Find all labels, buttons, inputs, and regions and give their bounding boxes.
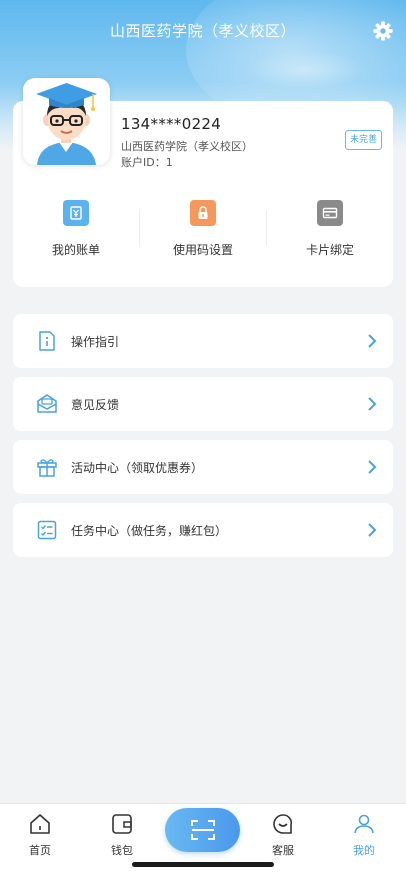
menu-item-task-center[interactable]: 任务中心（做任务，赚红包） (13, 503, 393, 557)
quick-action-label: 使用码设置 (172, 243, 233, 257)
tab-label: 首页 (29, 844, 51, 857)
customer-service-icon (273, 814, 293, 834)
menu-item-feedback[interactable]: 意见反馈 (13, 377, 393, 431)
card-icon (317, 200, 343, 226)
chevron-right-icon (368, 460, 377, 474)
quick-action-card-binding[interactable]: 卡片绑定 (267, 196, 393, 266)
chevron-right-icon (368, 397, 377, 411)
chevron-right-icon (368, 523, 377, 537)
avatar[interactable] (23, 78, 110, 165)
quick-action-usage-code[interactable]: 使用码设置 (140, 196, 266, 266)
menu-item-label: 操作指引 (71, 335, 120, 349)
home-icon (30, 814, 50, 834)
header-splash (246, 50, 366, 90)
phone-number: 134****0224 (121, 115, 222, 133)
menu-item-label: 意见反馈 (71, 398, 120, 412)
quick-action-bill[interactable]: 我的账单 (13, 196, 139, 266)
tab-label: 钱包 (111, 844, 133, 857)
home-indicator (132, 862, 274, 867)
menu-item-label: 活动中心（领取优惠券） (71, 461, 204, 475)
tab-label: 客服 (272, 844, 294, 857)
gift-icon (37, 459, 57, 477)
menu-item-guide[interactable]: 操作指引 (13, 314, 393, 368)
school-name: 山西医药学院（孝义校区） (121, 140, 253, 153)
profile-icon (354, 814, 374, 834)
tab-customer-service[interactable]: 客服 (253, 812, 313, 858)
lock-icon (190, 200, 216, 226)
task-list-icon (37, 520, 57, 540)
guide-icon (39, 331, 55, 351)
chevron-right-icon (368, 334, 377, 348)
tab-wallet[interactable]: 钱包 (92, 812, 152, 858)
scan-icon (190, 820, 215, 840)
quick-action-label: 卡片绑定 (305, 243, 354, 257)
scan-button[interactable] (165, 808, 240, 852)
menu-item-label: 任务中心（做任务，赚红包） (71, 524, 228, 538)
incomplete-profile-badge[interactable]: 未完善 (345, 130, 382, 150)
tab-label: 我的 (353, 844, 375, 857)
tab-home[interactable]: 首页 (10, 812, 70, 858)
tab-profile[interactable]: 我的 (334, 812, 394, 858)
bill-icon (63, 200, 89, 226)
menu-item-activity-center[interactable]: 活动中心（领取优惠券） (13, 440, 393, 494)
gear-icon[interactable] (372, 20, 394, 42)
wallet-icon (112, 814, 132, 834)
page-title: 山西医药学院（孝义校区） (109, 22, 296, 40)
avatar-graduate-image (36, 83, 97, 165)
feedback-icon (37, 394, 57, 413)
quick-action-label: 我的账单 (51, 243, 100, 257)
account-id: 账户ID：1 (121, 156, 173, 169)
